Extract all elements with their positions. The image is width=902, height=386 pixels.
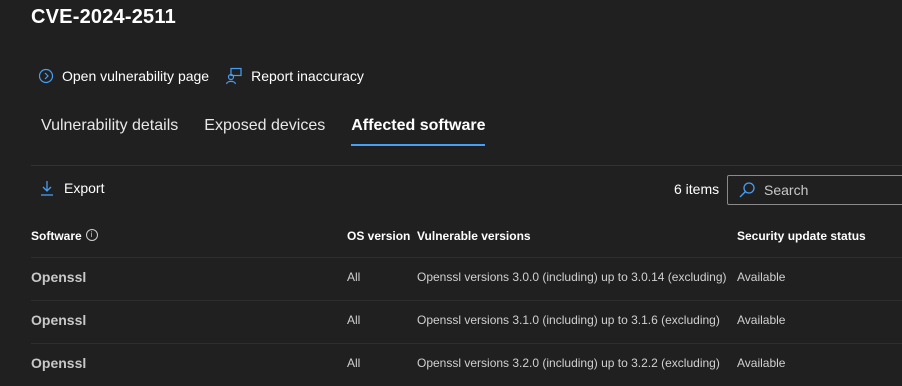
download-icon (41, 181, 53, 196)
item-count: 6 items (674, 181, 720, 197)
search-input[interactable] (764, 182, 894, 198)
os-version-cell: All (347, 356, 361, 370)
report-inaccuracy-button[interactable]: Report inaccuracy (225, 67, 364, 85)
table-row[interactable]: Openssl All Openssl versions 3.1.0 (incl… (31, 300, 902, 343)
security-update-status-cell: Available (737, 356, 786, 370)
page-title: CVE-2024-2511 (31, 6, 176, 28)
report-inaccuracy-label: Report inaccuracy (251, 68, 364, 84)
column-header-os-version[interactable]: OS version (347, 229, 410, 243)
export-button[interactable]: Export (40, 180, 104, 196)
person-feedback-icon (226, 67, 242, 85)
tab-affected-software[interactable]: Affected software (351, 117, 486, 146)
tab-vulnerability-details[interactable]: Vulnerability details (41, 117, 178, 146)
column-header-software[interactable]: Software i (31, 229, 98, 243)
os-version-cell: All (347, 270, 361, 284)
info-icon[interactable]: i (85, 229, 98, 241)
open-vulnerability-page-label: Open vulnerability page (62, 68, 210, 84)
vulnerable-versions-cell: Openssl versions 3.0.0 (including) up to… (417, 270, 727, 284)
table-header: Software i OS version Vulnerable versions… (0, 229, 902, 245)
security-update-status-cell: Available (737, 270, 786, 284)
tab-exposed-devices[interactable]: Exposed devices (204, 117, 325, 146)
software-cell: Openssl (31, 269, 87, 285)
column-header-vulnerable-versions[interactable]: Vulnerable versions (417, 229, 531, 243)
action-bar: Open vulnerability page Report inaccurac… (38, 67, 380, 85)
tab-list: Vulnerability details Exposed devices Af… (41, 117, 511, 146)
search-box[interactable] (727, 175, 902, 205)
column-header-software-label: Software (31, 229, 82, 243)
table-row[interactable]: Openssl All Openssl versions 3.0.0 (incl… (31, 257, 902, 300)
divider (31, 165, 902, 166)
export-label: Export (64, 180, 105, 196)
security-update-status-cell: Available (737, 313, 786, 327)
os-version-cell: All (347, 313, 361, 327)
software-cell: Openssl (31, 355, 87, 371)
vulnerable-versions-cell: Openssl versions 3.2.0 (including) up to… (417, 356, 720, 370)
vulnerable-versions-cell: Openssl versions 3.1.0 (including) up to… (417, 313, 720, 327)
column-header-security-update-status[interactable]: Security update status (737, 229, 866, 243)
chevron-right-circle-icon (38, 68, 54, 84)
table-row[interactable]: Openssl All Openssl versions 3.2.0 (incl… (31, 343, 902, 386)
search-icon (739, 182, 755, 198)
software-cell: Openssl (31, 312, 87, 328)
open-vulnerability-page-button[interactable]: Open vulnerability page (38, 68, 209, 84)
